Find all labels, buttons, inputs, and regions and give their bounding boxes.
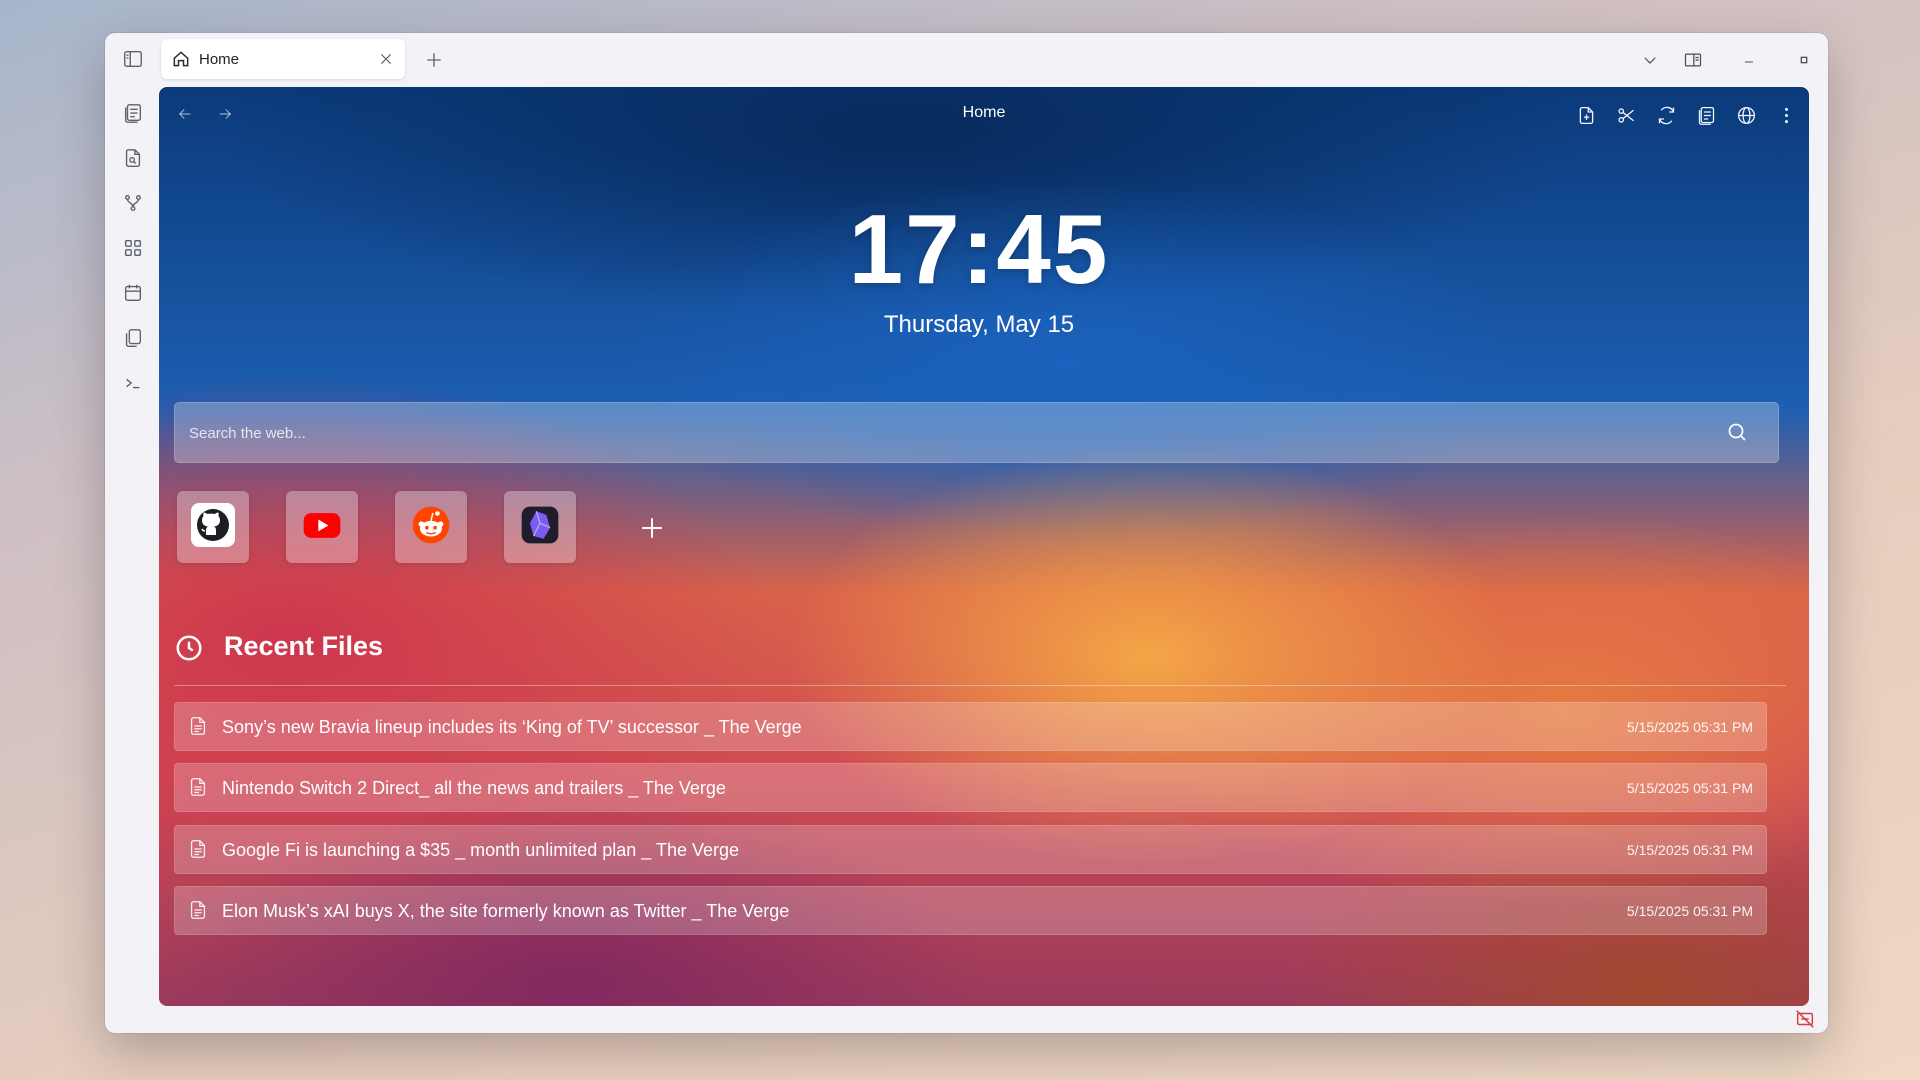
new-tab-button[interactable]	[420, 46, 448, 74]
file-search-icon[interactable]	[117, 142, 149, 174]
recent-file-row[interactable]: Sony’s new Bravia lineup includes its ‘K…	[174, 702, 1767, 751]
clock-date: Thursday, May 15	[883, 311, 1075, 338]
scissors-icon[interactable]	[1612, 101, 1640, 129]
tab-title: Home	[199, 50, 240, 68]
copy-icon[interactable]	[117, 322, 149, 354]
browser-window: Home Home 17:45 Thursday, May 15 Search …	[105, 33, 1828, 1033]
terminal-icon[interactable]	[117, 367, 149, 399]
document-icon	[187, 838, 209, 860]
reddit-icon	[409, 503, 453, 552]
page-title: Home	[962, 104, 1006, 121]
file-timestamp: 5/15/2025 05:31 PM	[1626, 780, 1753, 796]
file-timestamp: 5/15/2025 05:31 PM	[1626, 842, 1753, 858]
calendar-icon[interactable]	[117, 277, 149, 309]
youtube-icon	[300, 503, 344, 552]
maximize-button[interactable]	[1789, 45, 1819, 75]
tab-bar: Home	[159, 33, 1828, 87]
file-timestamp: 5/15/2025 05:31 PM	[1626, 719, 1753, 735]
search-bar	[174, 402, 1779, 465]
clock-time: 17:45	[848, 194, 1110, 304]
file-name: Google Fi is launching a $35 _ month unl…	[222, 840, 739, 860]
recent-file-row[interactable]: Elon Musk’s xAI buys X, the site formerl…	[174, 886, 1767, 935]
recent-files-heading: Recent Files	[224, 631, 384, 661]
file-timestamp: 5/15/2025 05:31 PM	[1626, 903, 1753, 919]
notes-icon[interactable]	[117, 97, 149, 129]
sidebar-toggle-icon[interactable]	[117, 43, 149, 75]
recent-file-row[interactable]: Nintendo Switch 2 Direct_ all the news a…	[174, 763, 1767, 812]
shortcut-youtube[interactable]	[286, 491, 358, 563]
document-icon	[187, 776, 209, 798]
reader-icon[interactable]	[1692, 101, 1720, 129]
branch-icon[interactable]	[117, 187, 149, 219]
shortcut-github[interactable]	[177, 491, 249, 563]
split-view-icon[interactable]	[1678, 45, 1708, 75]
globe-icon[interactable]	[1732, 101, 1760, 129]
sync-error-icon[interactable]	[1794, 1008, 1816, 1030]
search-input[interactable]	[174, 402, 1731, 465]
more-vertical-icon[interactable]	[1772, 101, 1800, 129]
home-icon	[171, 49, 191, 69]
refresh-icon[interactable]	[1652, 101, 1680, 129]
add-shortcut-button[interactable]	[637, 513, 667, 543]
github-icon	[189, 501, 237, 554]
document-icon	[187, 899, 209, 921]
clock-icon	[174, 633, 204, 663]
left-sidebar	[105, 33, 159, 1033]
minimize-button[interactable]	[1734, 45, 1764, 75]
obsidian-icon	[518, 503, 562, 552]
shortcut-reddit[interactable]	[395, 491, 467, 563]
tab-home[interactable]: Home	[161, 39, 405, 79]
shortcut-obsidian[interactable]	[504, 491, 576, 563]
new-tab-page: Home 17:45 Thursday, May 15 Search the w…	[159, 87, 1809, 1006]
recent-file-row[interactable]: Google Fi is launching a $35 _ month unl…	[174, 825, 1767, 874]
document-icon	[187, 715, 209, 737]
tab-list-dropdown-icon[interactable]	[1635, 45, 1665, 75]
file-name: Nintendo Switch 2 Direct_ all the news a…	[222, 778, 726, 798]
file-name: Sony’s new Bravia lineup includes its ‘K…	[222, 717, 802, 737]
search-icon[interactable]	[1725, 420, 1749, 444]
new-file-icon[interactable]	[1572, 101, 1600, 129]
divider	[174, 685, 1786, 686]
file-name: Elon Musk’s xAI buys X, the site formerl…	[222, 901, 790, 921]
apps-grid-icon[interactable]	[117, 232, 149, 264]
close-tab-icon[interactable]	[373, 46, 399, 72]
